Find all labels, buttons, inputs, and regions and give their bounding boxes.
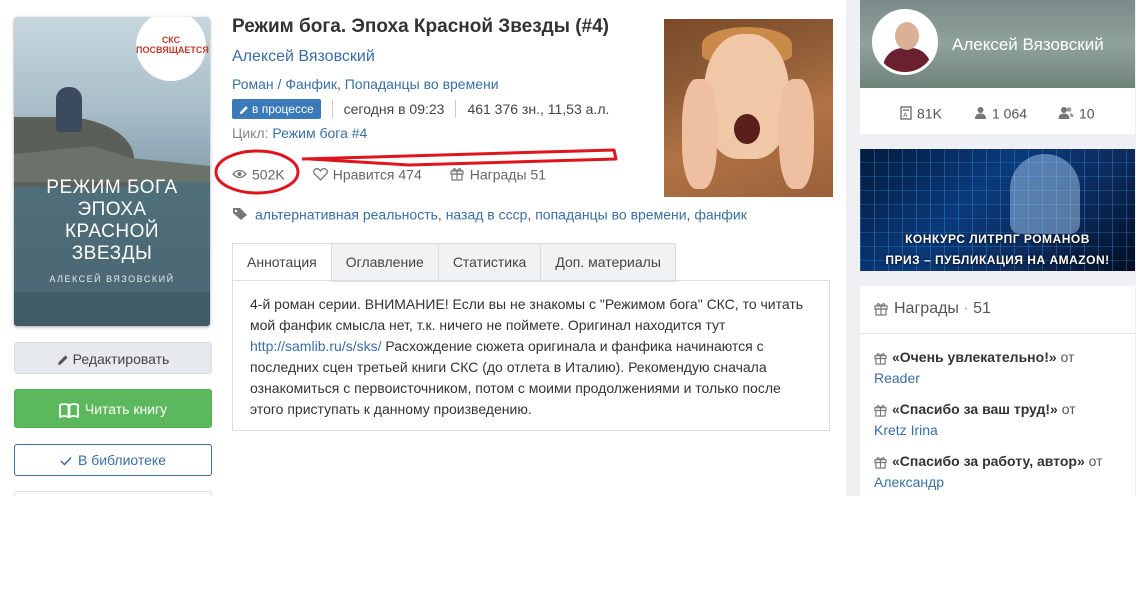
awards-total: 51 <box>973 300 991 317</box>
user-icon <box>974 106 987 120</box>
users-icon <box>1058 106 1074 120</box>
read-book-label: Читать книгу <box>84 401 168 417</box>
author-profile-card: Алексей Вязовский A 81K 1 064 10 <box>860 0 1135 134</box>
highlight-arrow <box>301 148 618 167</box>
book-title: Режим бога. Эпоха Красной Звезды (#4) <box>232 16 609 37</box>
svg-text:A: A <box>903 112 908 119</box>
tags-row: альтернативная реальность, назад в ссср,… <box>232 205 747 222</box>
banner-line: ПРИЗ – ПУБЛИКАЦИЯ НА AMAZON! <box>885 253 1110 267</box>
samlib-link[interactable]: http://samlib.ru/s/sks/ <box>250 338 381 354</box>
reaction-image <box>664 19 833 197</box>
gift-icon <box>874 352 887 365</box>
awards-panel: Награды · 51 «Очень увлекательно!» от Rea… <box>860 286 1135 496</box>
tag-icon <box>232 207 249 221</box>
avatar[interactable] <box>872 9 938 75</box>
annotation-text-part: 4-й роман серии. ВНИМАНИЕ! Если вы не зн… <box>250 296 804 333</box>
gift-icon <box>874 302 888 316</box>
book-cover[interactable]: СКС ПОСВЯЩАЕТСЯ РЕЖИМ БОГА ЭПОХА КРАСНОЙ… <box>14 17 210 326</box>
divider <box>331 100 333 118</box>
award-user-link[interactable]: Александр <box>874 474 944 490</box>
awards-header: Награды · 51 <box>874 300 991 318</box>
cover-title-line: КРАСНОЙ <box>64 221 160 242</box>
annotation-text: 4-й роман серии. ВНИМАНИЕ! Если вы не зн… <box>250 294 810 420</box>
book-size: 461 376 зн., 11,53 а.л. <box>467 101 610 117</box>
annotation-panel: 4-й роман серии. ВНИМАНИЕ! Если вы не зн… <box>232 280 830 431</box>
tab-statistics[interactable]: Статистика <box>438 243 542 282</box>
cover-title-line: ЗВЕЗДЫ <box>71 243 153 264</box>
award-item: «Очень увлекательно!» от Reader <box>874 347 1129 389</box>
cover-title: РЕЖИМ БОГА ЭПОХА КРАСНОЙ ЗВЕЗДЫ <box>14 177 210 265</box>
library-button-label: В библиотеке <box>77 452 167 468</box>
award-user-link[interactable]: Kretz Irina <box>874 422 938 438</box>
updated-time: сегодня в 09:23 <box>343 101 445 117</box>
tab-annotation[interactable]: Аннотация <box>232 243 332 282</box>
cover-badge-text: СКС ПОСВЯЩАЕТСЯ <box>136 35 209 55</box>
status-label: в процессе <box>252 102 314 116</box>
cover-title-line: РЕЖИМ БОГА <box>46 177 178 198</box>
award-name: «Спасибо за работу, автор» <box>892 453 1085 469</box>
reaction-image-mouth <box>734 114 760 144</box>
divider <box>455 100 457 118</box>
status-badge: в процессе <box>232 99 321 119</box>
tag-link[interactable]: попаданцы во времени <box>535 206 686 222</box>
highlight-ellipse <box>214 149 300 195</box>
gift-icon <box>874 456 887 469</box>
banner-line: КОНКУРС ЛИТРПГ РОМАНОВ <box>905 232 1090 246</box>
tag-link[interactable]: назад в ссср <box>446 206 528 222</box>
book-tabs: Аннотация Оглавление Статистика Доп. мат… <box>232 243 676 282</box>
cycle-link[interactable]: Режим бога #4 <box>272 125 367 141</box>
status-row: в процессе сегодня в 09:23 461 376 зн., 1… <box>232 99 609 121</box>
books-count-value: 81K <box>917 105 942 122</box>
reaction-image-hand <box>682 79 717 189</box>
followers-count[interactable]: 1 064 <box>974 104 1027 121</box>
award-from: от <box>1061 401 1076 417</box>
pencil-icon <box>57 354 69 366</box>
read-book-button[interactable]: Читать книгу <box>14 389 212 428</box>
books-icon: A <box>900 106 912 120</box>
divider <box>860 333 1135 334</box>
cover-bottom-band <box>14 292 210 326</box>
genres: Роман / Фанфик, Попаданцы во времени <box>232 76 499 92</box>
cycle: Цикл: Режим бога #4 <box>232 125 367 141</box>
award-user-link[interactable]: Reader <box>874 370 920 386</box>
award-name: «Очень увлекательно!» <box>892 349 1057 365</box>
tab-contents[interactable]: Оглавление <box>331 243 439 282</box>
award-from: от <box>1060 349 1075 365</box>
library-button[interactable]: В библиотеке <box>14 444 212 476</box>
banner-figure <box>1010 154 1080 234</box>
cover-figure <box>56 87 82 132</box>
litrpg-contest-banner[interactable]: КОНКУРС ЛИТРПГ РОМАНОВ ПРИЗ – ПУБЛИКАЦИЯ… <box>860 149 1135 271</box>
award-from: от <box>1088 453 1103 469</box>
tag-link[interactable]: альтернативная реальность <box>255 206 438 222</box>
author-link[interactable]: Алексей Вязовский <box>232 48 375 66</box>
edit-button[interactable]: Редактировать <box>14 342 212 374</box>
avatar-head <box>895 22 919 50</box>
friends-count-value: 10 <box>1079 105 1095 122</box>
reaction-image-hand <box>779 79 814 189</box>
book-icon <box>58 402 79 418</box>
cycle-label: Цикл: <box>232 125 269 141</box>
tab-extra-materials[interactable]: Доп. материалы <box>541 243 676 282</box>
genre-link[interactable]: Роман / Фанфик <box>232 76 337 92</box>
more-button[interactable] <box>14 491 212 496</box>
award-item: «Спасибо за работу, автор» от Александр <box>874 451 1129 493</box>
edit-button-label: Редактировать <box>72 351 170 367</box>
tag-link[interactable]: фанфик <box>694 206 747 222</box>
red-annotation <box>214 148 618 195</box>
followers-count-value: 1 064 <box>992 105 1028 122</box>
profile-name[interactable]: Алексей Вязовский <box>952 35 1104 55</box>
cover-author: АЛЕКСЕЙ ВЯЗОВСКИЙ <box>49 274 175 284</box>
friends-count[interactable]: 10 <box>1058 104 1095 121</box>
avatar-body <box>883 48 931 72</box>
page: СКС ПОСВЯЩАЕТСЯ РЕЖИМ БОГА ЭПОХА КРАСНОЙ… <box>0 0 1136 496</box>
genre-link[interactable]: Попаданцы во времени <box>345 76 499 92</box>
pencil-icon <box>239 105 249 115</box>
gift-icon <box>874 404 887 417</box>
check-icon <box>60 456 72 466</box>
award-name: «Спасибо за ваш труд!» <box>892 401 1058 417</box>
award-item: «Спасибо за ваш труд!» от Kretz Irina <box>874 399 1129 441</box>
cover-title-line: ЭПОХА <box>77 199 147 220</box>
awards-title: Награды <box>894 300 959 317</box>
books-count[interactable]: A 81K <box>900 104 942 121</box>
